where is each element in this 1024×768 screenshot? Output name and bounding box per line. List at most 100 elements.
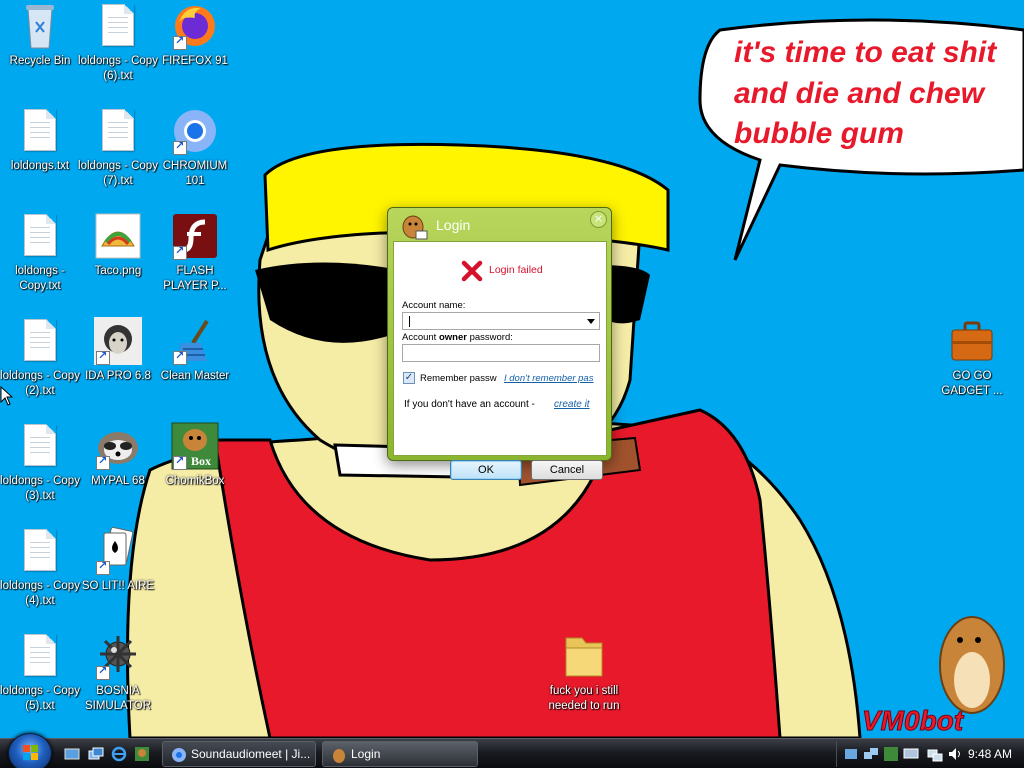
desktop-icon-solitaire[interactable]: SO LIT!! AIRE <box>78 525 158 625</box>
hamster-app-icon <box>400 213 428 241</box>
hamster-app-icon <box>333 749 345 763</box>
hamster-icon <box>939 616 1005 714</box>
taskbar-button-login[interactable]: Login <box>322 741 478 767</box>
icon-label: FIREFOX 91 <box>162 55 228 67</box>
icon-label: loldongs - Copy (5).txt <box>0 685 80 712</box>
tray-chomikbox-icon[interactable] <box>883 746 899 762</box>
desktop-icon-mypal[interactable]: MYPAL 68 <box>78 420 158 520</box>
text-file-icon <box>94 107 142 155</box>
folder-icon <box>560 632 608 680</box>
chevron-down-icon[interactable] <box>587 319 595 324</box>
recycle-bin-icon <box>16 2 64 50</box>
icon-label: loldongs - Copy (3).txt <box>0 475 80 502</box>
switch-windows-icon[interactable] <box>88 746 104 762</box>
password-field[interactable] <box>402 344 600 362</box>
ok-button[interactable]: OK <box>450 460 522 480</box>
text-file-icon <box>16 317 64 365</box>
account-name-label: Account name: <box>402 300 466 311</box>
icon-label: CHROMIUM 101 <box>162 160 228 187</box>
network-icon[interactable] <box>927 746 943 762</box>
desktop-icon-flash-player[interactable]: FLASH PLAYER P... <box>155 210 235 310</box>
dialog-title: Login <box>436 217 471 233</box>
account-name-combobox[interactable] <box>402 312 600 330</box>
desktop-icon-firefox[interactable]: FIREFOX 91 <box>155 0 235 100</box>
create-account-link[interactable]: create it <box>554 399 590 410</box>
icon-label: Recycle Bin <box>9 55 71 67</box>
icon-label: SO LIT!! AIRE <box>81 580 155 592</box>
text-file-icon <box>16 422 64 470</box>
text-file-icon <box>16 632 64 680</box>
desktop-icon-clean-master[interactable]: Clean Master <box>155 315 235 415</box>
icon-label: GO GO GADGET ... <box>941 370 1003 397</box>
desktop-icon-taco[interactable]: Taco.png <box>78 210 158 310</box>
desktop-icon-bosnia-simulator[interactable]: BOSNIA SIMULATOR <box>78 630 158 730</box>
tray-app-icon[interactable] <box>843 746 859 762</box>
remember-password-checkbox[interactable]: ✓ <box>403 372 415 384</box>
chomikbox-icon: Box <box>171 422 219 470</box>
desktop-icon-chromium[interactable]: CHROMIUM 101 <box>155 105 235 205</box>
password-label: Account owner password: <box>402 332 513 343</box>
desktop-icon-loldongs[interactable]: loldongs.txt <box>0 105 80 205</box>
volume-icon[interactable] <box>947 746 963 762</box>
icon-label: loldongs - Copy.txt <box>15 265 65 292</box>
desktop-icon-loldongs-copy-7[interactable]: loldongs - Copy (7).txt <box>78 105 158 205</box>
desktop-icon-loldongs-copy[interactable]: loldongs - Copy.txt <box>0 210 80 310</box>
icon-label: ChomikBox <box>165 475 225 487</box>
desktop-icon-recycle-bin[interactable]: Recycle Bin <box>0 0 80 100</box>
clock[interactable]: 9:48 AM <box>968 747 1012 761</box>
text-file-icon <box>94 2 142 50</box>
icon-label: MYPAL 68 <box>91 475 145 487</box>
icon-label: IDA PRO 6.8 <box>85 370 151 382</box>
icon-label: loldongs - Copy (6).txt <box>78 55 158 82</box>
speech-line-3: bubble gum <box>734 117 904 150</box>
text-file-icon <box>16 212 64 260</box>
mine-icon <box>94 632 142 680</box>
text-file-icon <box>16 107 64 155</box>
start-button[interactable] <box>8 733 52 768</box>
icon-label: Clean Master <box>160 370 230 382</box>
icon-label: FLASH PLAYER P... <box>163 265 227 292</box>
firefox-icon <box>171 2 219 50</box>
taskbar-button-soundaudiomeet[interactable]: Soundaudiomeet | Ji... <box>162 741 316 767</box>
show-desktop-icon[interactable] <box>64 746 80 762</box>
taskbar-button-label: Login <box>351 747 381 761</box>
svg-text:Box: Box <box>191 454 211 468</box>
text-caret <box>409 316 410 327</box>
chromium-icon <box>171 107 219 155</box>
text-file-icon <box>16 527 64 575</box>
icon-label: BOSNIA SIMULATOR <box>84 685 152 712</box>
desktop-icon-loldongs-copy-4[interactable]: loldongs - Copy (4).txt <box>0 525 80 625</box>
taskbar-button-label: Soundaudiomeet | Ji... <box>191 747 311 761</box>
desktop-icon-chomikbox[interactable]: Box ChomikBox <box>155 420 235 520</box>
icon-label: loldongs - Copy (4).txt <box>0 580 80 607</box>
icon-label: fuck you i still needed to run <box>548 685 620 712</box>
speech-line-2: and die and chew <box>734 77 986 110</box>
wallpaper-signature: VM0bot <box>862 705 965 736</box>
remember-password-label: Remember passw <box>420 373 497 384</box>
briefcase-icon <box>948 317 996 365</box>
tray-network-icon[interactable] <box>863 746 879 762</box>
no-account-text: If you don't have an account - <box>404 399 535 410</box>
broom-icon <box>171 317 219 365</box>
chomikbox-quicklaunch-icon[interactable] <box>134 746 150 762</box>
desktop-icon-ida-pro[interactable]: IDA PRO 6.8 <box>78 315 158 415</box>
forgot-password-link[interactable]: I don't remember pas <box>504 373 593 384</box>
internet-explorer-icon[interactable] <box>111 746 127 762</box>
cancel-button[interactable]: Cancel <box>531 460 603 480</box>
tray-display-icon[interactable] <box>903 746 919 762</box>
playing-cards-icon <box>94 526 142 575</box>
taskbar: Soundaudiomeet | Ji... Login 9:48 AM <box>0 733 1024 768</box>
mouse-cursor-icon <box>0 386 14 406</box>
flash-player-icon <box>171 212 219 260</box>
icon-label: Taco.png <box>94 265 142 277</box>
desktop-icon-loldongs-copy-5[interactable]: loldongs - Copy (5).txt <box>0 630 80 730</box>
windows-logo-icon <box>23 745 38 760</box>
error-x-icon <box>461 260 483 282</box>
close-button[interactable]: × <box>590 211 607 228</box>
desktop-icon-loldongs-copy-3[interactable]: loldongs - Copy (3).txt <box>0 420 80 520</box>
login-dialog: Login × Login failed Account name: Accou… <box>387 207 612 480</box>
desktop-icon-go-go-gadget[interactable]: GO GO GADGET ... <box>932 315 1012 415</box>
desktop-icon-folder[interactable]: fuck you i still needed to run <box>538 630 630 730</box>
desktop-icon-loldongs-copy-6[interactable]: loldongs - Copy (6).txt <box>78 0 158 100</box>
ida-pro-icon <box>94 317 142 365</box>
